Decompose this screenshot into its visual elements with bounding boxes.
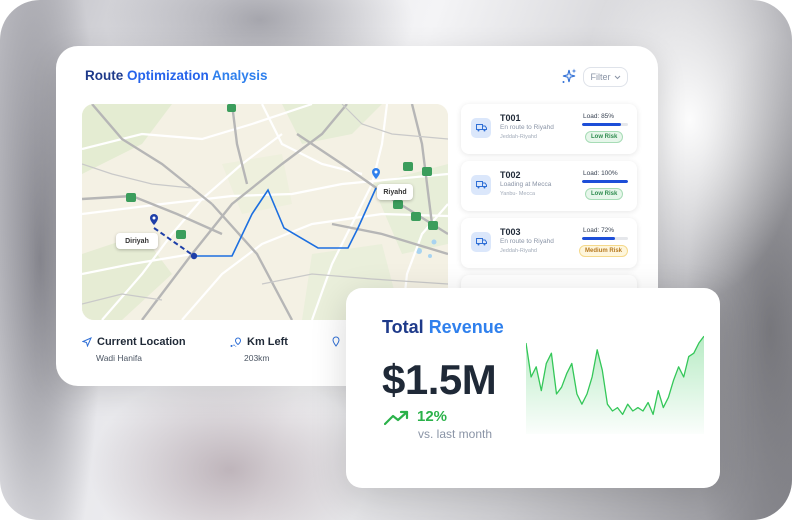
load-bar — [582, 123, 628, 126]
current-location-value: Wadi Hanifa — [96, 353, 142, 363]
truck-status: En route to Riyahd — [500, 238, 554, 245]
km-left-label: Km Left — [247, 336, 288, 348]
truck-card[interactable]: T002 Loading at Mecca Yanbu- Mecca Load:… — [461, 161, 637, 211]
sparkle-icon[interactable] — [560, 67, 578, 85]
truck-status: Loading at Mecca — [500, 181, 552, 188]
km-left-stat: Km Left 203km — [230, 336, 288, 363]
truck-id: T003 — [500, 227, 521, 237]
filter-dropdown[interactable]: Filter — [583, 67, 628, 87]
destination-label: Riyahd — [377, 184, 413, 200]
risk-badge: Low Risk — [585, 131, 624, 143]
risk-badge: Medium Risk — [579, 245, 629, 257]
truck-route: Jeddah-Riyahd — [500, 134, 537, 140]
load-bar — [582, 180, 628, 183]
revenue-sparkline — [526, 335, 704, 434]
route-pin-icon — [230, 336, 242, 347]
truck-id: T002 — [500, 170, 521, 180]
truck-id: T001 — [500, 113, 521, 123]
truck-card[interactable]: T003 En route to Riyahd Jeddah-Riyahd Lo… — [461, 218, 637, 268]
filter-label: Filter — [590, 72, 611, 82]
revenue-change-subtitle: vs. last month — [418, 427, 493, 441]
revenue-amount: $1.5M — [382, 356, 497, 403]
truck-status: En route to Riyahd — [500, 124, 554, 131]
origin-label: Diriyah — [116, 233, 158, 249]
navigation-arrow-icon — [82, 337, 92, 347]
total-revenue-card: Total Revenue $1.5M 12% vs. last month — [346, 288, 720, 488]
truck-icon — [471, 232, 491, 252]
sparkline-area — [526, 336, 704, 434]
revenue-change: 12% — [417, 408, 448, 425]
revenue-title: Total Revenue — [382, 317, 504, 337]
pin-icon — [332, 336, 340, 347]
truck-route: Yanbu- Mecca — [500, 191, 536, 197]
card-title: Route Optimization Analysis — [85, 68, 268, 83]
load-label: Load: 85% — [583, 113, 615, 120]
truck-icon — [471, 118, 491, 138]
current-location-label: Current Location — [97, 336, 186, 348]
truck-card[interactable]: T001 En route to Riyahd Jeddah-Riyahd Lo… — [461, 104, 637, 154]
current-position-marker — [190, 252, 198, 260]
load-label: Load: 72% — [583, 227, 615, 234]
truck-route: Jeddah-Riyahd — [500, 248, 537, 254]
load-label: Load: 100% — [583, 170, 618, 177]
km-left-value: 203km — [244, 353, 270, 363]
risk-badge: Low Risk — [585, 188, 624, 200]
current-location-stat: Current Location Wadi Hanifa — [82, 336, 186, 363]
third-stat — [332, 336, 340, 347]
load-bar — [582, 237, 628, 240]
chevron-down-icon — [614, 75, 620, 79]
trending-up-icon — [384, 410, 409, 426]
truck-icon — [471, 175, 491, 195]
